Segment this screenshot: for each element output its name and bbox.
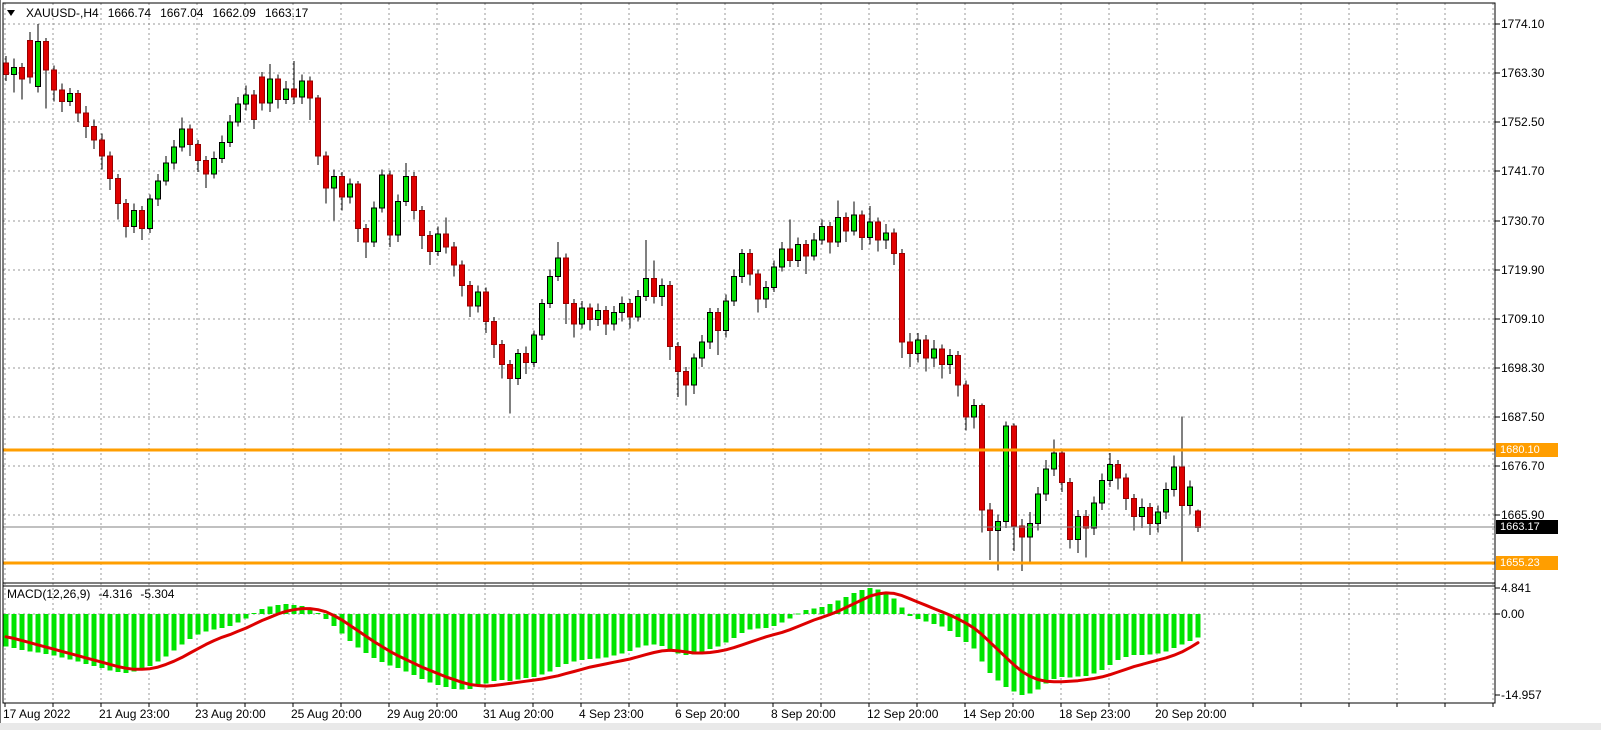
ohlc-open: 1666.74 <box>108 6 151 20</box>
macd-main-value: -4.316 <box>98 587 132 601</box>
candles-layer <box>4 24 1201 571</box>
price-tick-label: 1763.30 <box>1501 66 1545 80</box>
time-tick-label: 6 Sep 20:00 <box>675 707 740 721</box>
time-tick-label: 21 Aug 23:00 <box>99 707 170 721</box>
symbol-timeframe: XAUUSD-,H4 <box>26 6 99 20</box>
hline-price-tag-upper: 1680.10 <box>1496 443 1558 457</box>
price-tick-label: 1709.10 <box>1501 312 1545 326</box>
time-tick-label: 18 Sep 23:00 <box>1059 707 1131 721</box>
macd-tick-label: 0.00 <box>1501 607 1525 621</box>
macd-tick-label: -14.957 <box>1501 688 1542 702</box>
ohlc-high: 1667.04 <box>160 6 203 20</box>
time-tick-label: 25 Aug 20:00 <box>291 707 362 721</box>
time-tick-label: 29 Aug 20:00 <box>387 707 458 721</box>
trading-chart-window: 1774.10 1763.30 1752.50 1741.70 1730.70 1719.… <box>0 0 1601 730</box>
time-tick-label: 12 Sep 20:00 <box>867 707 939 721</box>
price-tick-label: 1698.30 <box>1501 361 1545 375</box>
macd-layer <box>4 588 1201 695</box>
macd-tick-label: 4.841 <box>1501 581 1531 595</box>
time-tick-label: 14 Sep 20:00 <box>963 707 1035 721</box>
macd-signal-value: -5.304 <box>140 587 174 601</box>
price-tick-label: 1741.70 <box>1501 164 1545 178</box>
time-tick-label: 23 Aug 20:00 <box>195 707 266 721</box>
price-tick-label: 1730.70 <box>1501 214 1545 228</box>
price-tick-label: 1719.90 <box>1501 263 1545 277</box>
price-tick-label: 1774.10 <box>1501 17 1545 31</box>
chart-title-bar: XAUUSD-,H4 1666.74 1667.04 1662.09 1663.… <box>7 6 308 20</box>
window-bottom-strip <box>0 723 1601 730</box>
symbol-dropdown-icon[interactable] <box>7 10 15 16</box>
ohlc-low: 1662.09 <box>212 6 255 20</box>
macd-name: MACD(12,26,9) <box>7 587 90 601</box>
time-tick-label: 4 Sep 23:00 <box>579 707 644 721</box>
grid-layer <box>3 3 1495 703</box>
price-chart-canvas[interactable]: 1774.10 1763.30 1752.50 1741.70 1730.70 1719.… <box>0 0 1601 730</box>
overlay-lines-layer <box>3 450 1495 563</box>
time-tick-label: 31 Aug 20:00 <box>483 707 554 721</box>
hline-price-tag-lower: 1655.23 <box>1496 556 1558 570</box>
price-tick-label: 1687.50 <box>1501 410 1545 424</box>
price-tick-label: 1676.70 <box>1501 459 1545 473</box>
price-tick-label: 1752.50 <box>1501 115 1545 129</box>
time-tick-label: 8 Sep 20:00 <box>771 707 836 721</box>
time-tick-label: 17 Aug 2022 <box>3 707 71 721</box>
current-price-tag: 1663.17 <box>1496 520 1558 534</box>
ohlc-close: 1663.17 <box>265 6 308 20</box>
macd-indicator-label: MACD(12,26,9) -4.316 -5.304 <box>7 587 174 601</box>
time-tick-label: 20 Sep 20:00 <box>1155 707 1227 721</box>
